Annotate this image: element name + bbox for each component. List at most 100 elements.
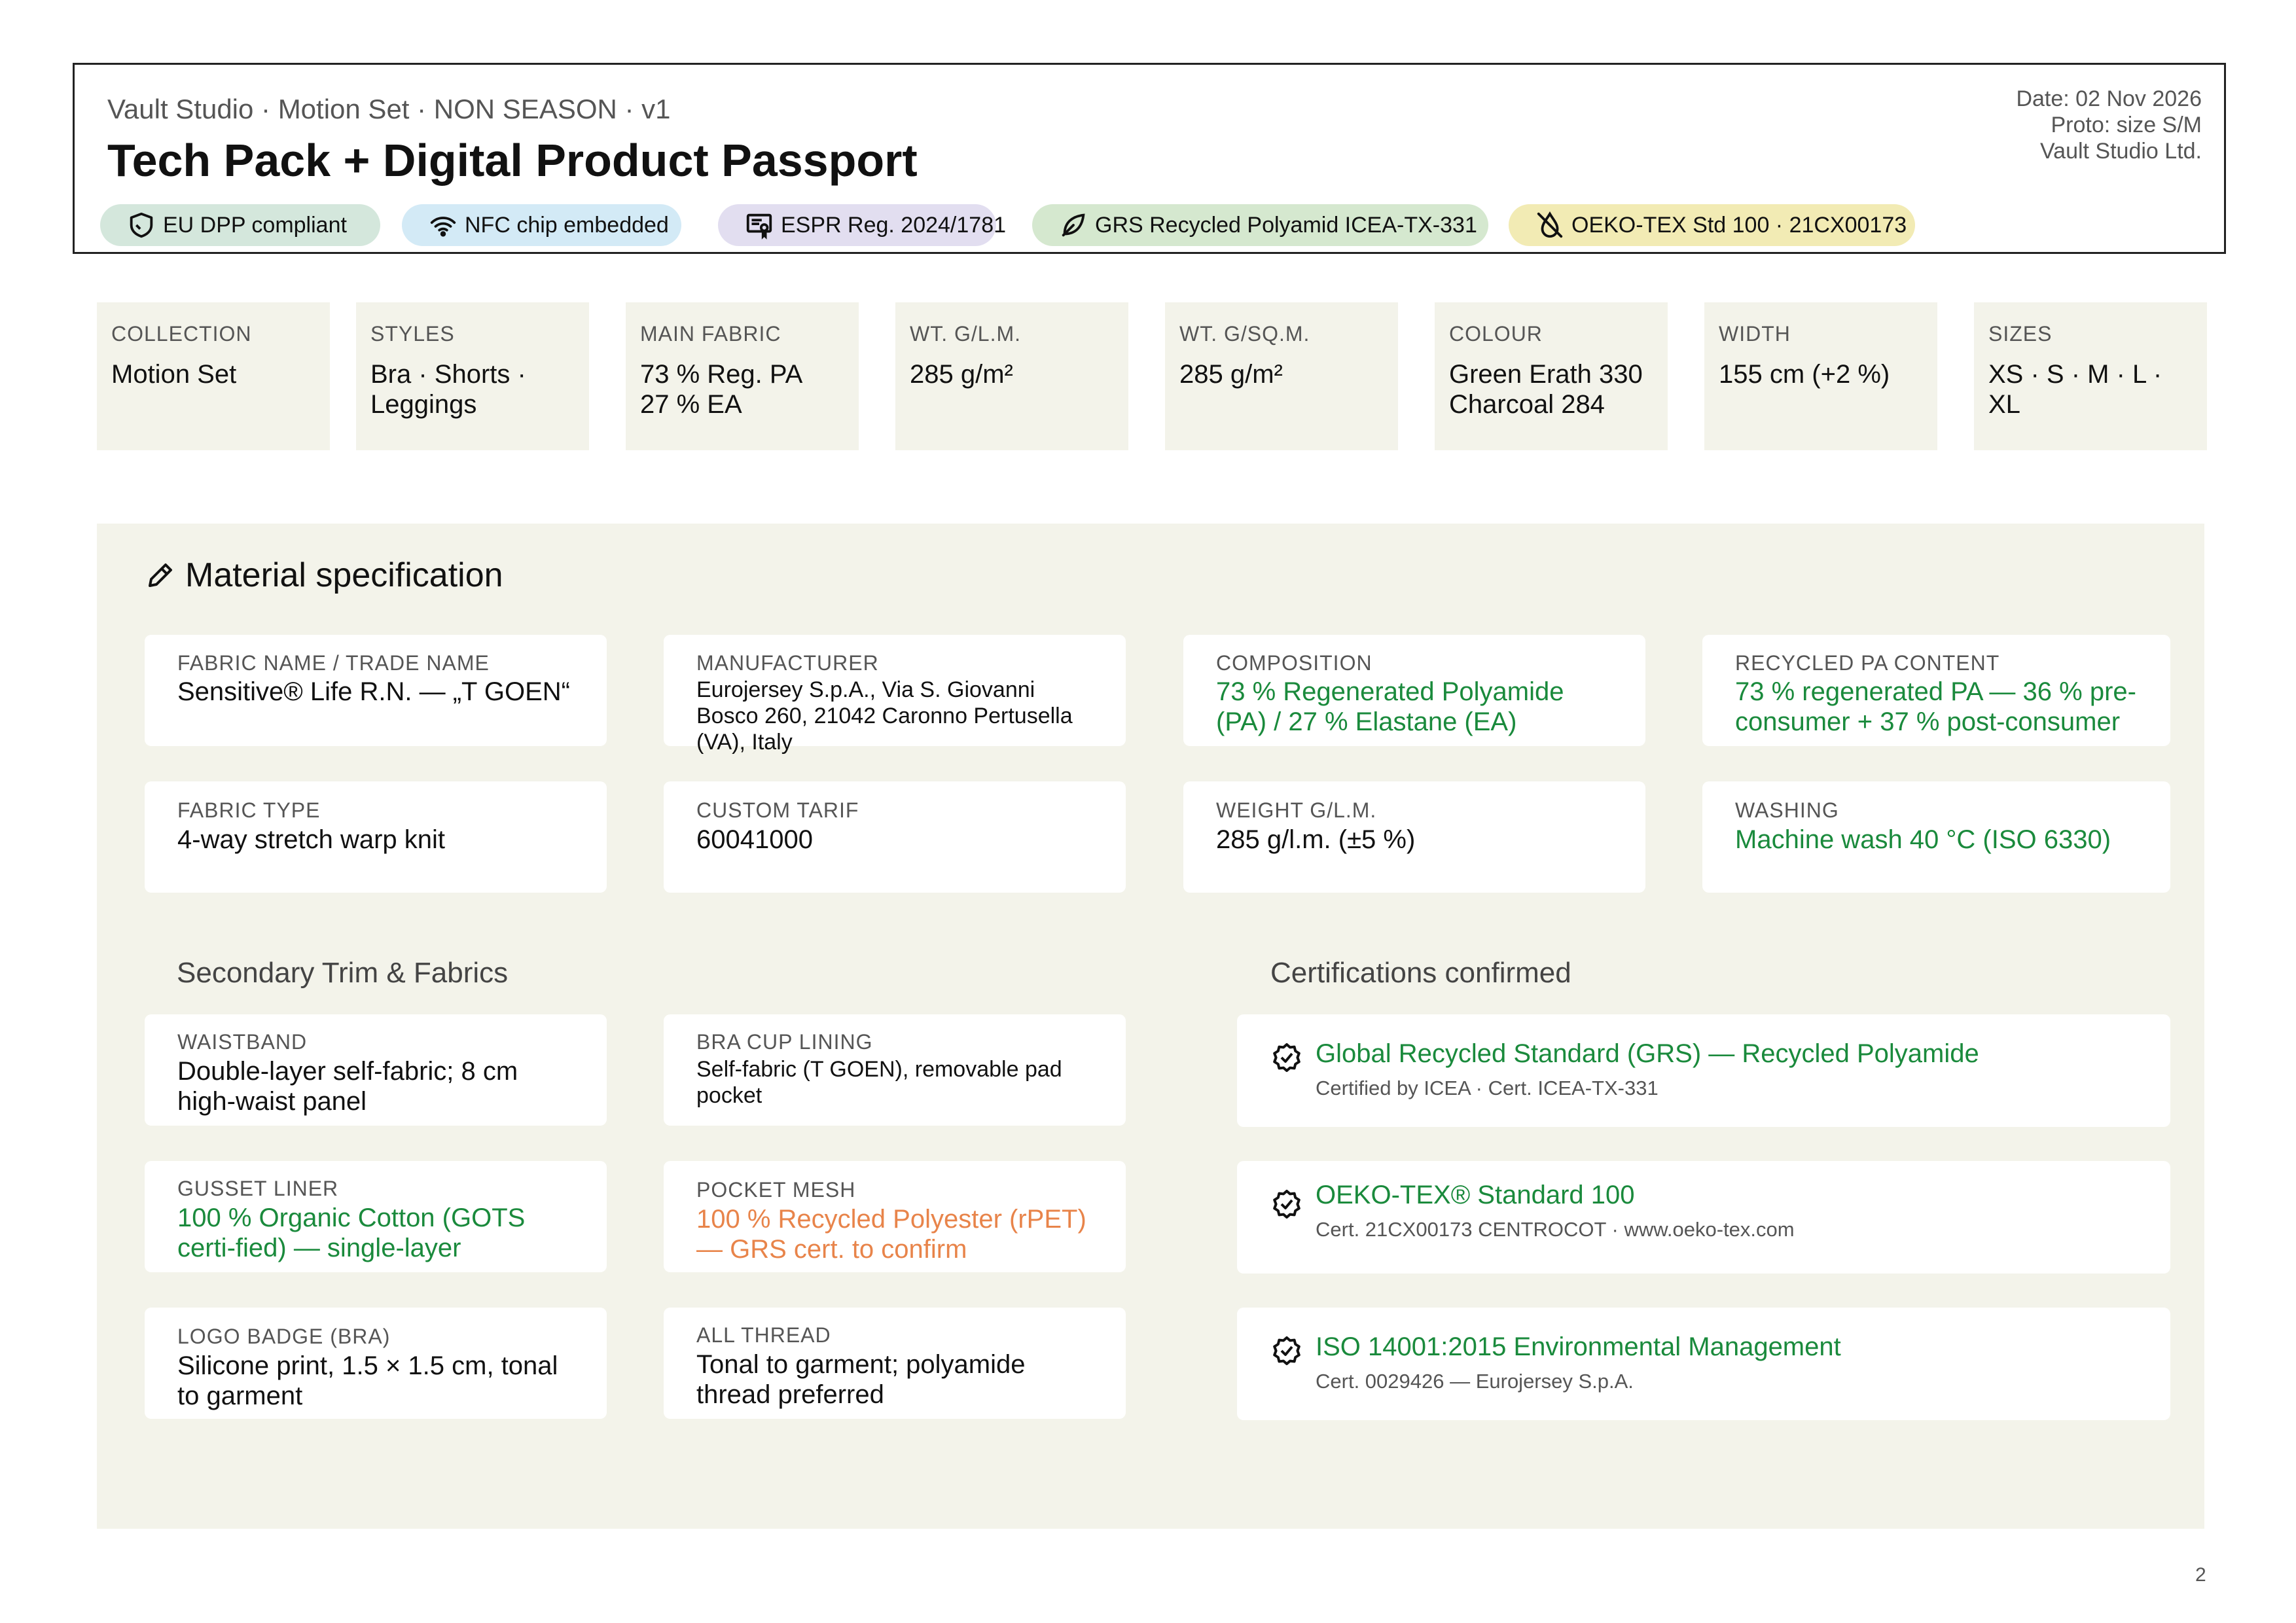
badge-eu-dpp: EU DPP compliant <box>100 204 380 246</box>
card-value: Machine wash 40 °C (ISO 6330) <box>1735 825 2111 854</box>
card-value: Tonal to garment; polyamide thread prefe… <box>696 1350 1026 1409</box>
spec-label: COLLECTION <box>111 322 252 346</box>
trim-card-pocket-mesh: POCKET MESH 100 % Recycled Polyester (rP… <box>664 1161 1126 1272</box>
material-card-fabric-name: FABRIC NAME / TRADE NAME Sensitive® Life… <box>145 635 607 746</box>
spec-tile-styles: STYLES Bra · Shorts · Leggings <box>356 302 589 450</box>
spec-value: XS · S · M · L · XL <box>1988 360 2162 419</box>
card-value: 73 % Regenerated Polyamide (PA) / 27 % E… <box>1216 677 1564 736</box>
card-value: 285 g/l.m. (±5 %) <box>1216 825 1416 854</box>
spec-tile-wt-glm: WT. G/L.M. 285 g/m² <box>895 302 1128 450</box>
spec-value: 285 g/m² <box>1179 360 1283 389</box>
material-card-custom-tarif: CUSTOM TARIF 60041000 <box>664 781 1126 893</box>
spec-value: 285 g/m² <box>910 360 1013 389</box>
card-label: RECYCLED PA CONTENT <box>1735 651 2000 675</box>
card-label: BRA CUP LINING <box>696 1030 873 1054</box>
trim-card-all-thread: ALL THREAD Tonal to garment; polyamide t… <box>664 1308 1126 1419</box>
badge-oeko: OEKO-TEX Std 100 · 21CX00173 <box>1509 204 1915 246</box>
spec-tile-wt-gsqm: WT. G/SQ.M. 285 g/m² <box>1165 302 1398 450</box>
card-value: Silicone print, 1.5 × 1.5 cm, tonal to g… <box>177 1351 558 1410</box>
badge-label: NFC chip embedded <box>465 212 669 238</box>
card-label: POCKET MESH <box>696 1178 856 1202</box>
header-company: Vault Studio Ltd. <box>2040 139 2202 164</box>
badge-label: ESPR Reg. 2024/1781 <box>781 212 1007 238</box>
header-box: Vault Studio · Motion Set · NON SEASON ·… <box>73 63 2226 254</box>
cert-subtitle: Cert. 21CX00173 CENTROCOT · www.oeko-tex… <box>1316 1218 1795 1241</box>
certificate-icon <box>746 213 772 240</box>
card-label: FABRIC TYPE <box>177 798 321 822</box>
card-value: 60041000 <box>696 825 813 854</box>
header-meta: Date: 02 Nov 2026 Proto: size S/M Vault … <box>2016 86 2202 164</box>
cert-title: Global Recycled Standard (GRS) — Recycle… <box>1316 1039 1979 1068</box>
trim-card-gusset-liner: GUSSET LINER 100 % Organic Cotton (GOTS … <box>145 1161 607 1272</box>
card-value: Self-fabric (T GOEN), removable pad pock… <box>696 1057 1062 1108</box>
trim-card-bra-cup-lining: BRA CUP LINING Self-fabric (T GOEN), rem… <box>664 1014 1126 1126</box>
verified-badge-icon <box>1273 1190 1300 1219</box>
card-value: 100 % Recycled Polyester (rPET) — GRS ce… <box>696 1205 1086 1264</box>
no-drop-icon <box>1537 211 1563 238</box>
badge-nfc: NFC chip embedded <box>402 204 681 246</box>
badge-label: GRS Recycled Polyamid ICEA-TX-331 <box>1095 212 1477 238</box>
spec-tile-width: WIDTH 155 cm (+2 %) <box>1704 302 1937 450</box>
spec-value: 73 % Reg. PA 27 % EA <box>640 360 802 419</box>
cert-card-iso14001: ISO 14001:2015 Environmental Management … <box>1237 1308 2170 1420</box>
cert-card-grs: Global Recycled Standard (GRS) — Recycle… <box>1237 1014 2170 1127</box>
material-card-composition: COMPOSITION 73 % Regenerated Polyamide (… <box>1183 635 1645 746</box>
card-label: CUSTOM TARIF <box>696 798 859 822</box>
spec-label: WT. G/SQ.M. <box>1179 322 1310 346</box>
card-label: FABRIC NAME / TRADE NAME <box>177 651 490 675</box>
card-value: Eurojersey S.p.A., Via S. Giovanni Bosco… <box>696 677 1073 755</box>
spec-label: STYLES <box>370 322 455 346</box>
spec-value: Bra · Shorts · Leggings <box>370 360 526 419</box>
spec-label: COLOUR <box>1449 322 1543 346</box>
material-card-manufacturer: MANUFACTURER Eurojersey S.p.A., Via S. G… <box>664 635 1126 755</box>
cert-card-oeko-tex: OEKO-TEX® Standard 100 Cert. 21CX00173 C… <box>1237 1161 2170 1274</box>
card-label: WAISTBAND <box>177 1030 308 1054</box>
spec-tile-collection: COLLECTION Motion Set <box>97 302 330 450</box>
spec-label: MAIN FABRIC <box>640 322 781 346</box>
cert-title: ISO 14001:2015 Environmental Management <box>1316 1332 1841 1361</box>
header-subtitle: Vault Studio · Motion Set · NON SEASON ·… <box>107 94 671 124</box>
cert-subtitle: Cert. 0029426 — Eurojersey S.p.A. <box>1316 1370 1634 1393</box>
material-card-weight: WEIGHT G/L.M. 285 g/l.m. (±5 %) <box>1183 781 1645 893</box>
card-label: MANUFACTURER <box>696 651 879 675</box>
cert-title: OEKO-TEX® Standard 100 <box>1316 1181 1635 1209</box>
badge-espr: ESPR Reg. 2024/1781 <box>718 204 1006 246</box>
trims-heading: Secondary Trim & Fabrics <box>177 957 509 989</box>
wifi-icon <box>430 217 456 237</box>
spec-value: Motion Set <box>111 360 237 389</box>
card-value: 4-way stretch warp knit <box>177 825 446 854</box>
spec-value: 155 cm (+2 %) <box>1719 360 1890 389</box>
cert-subtitle: Certified by ICEA · Cert. ICEA-TX-331 <box>1316 1077 1659 1099</box>
pencil-icon <box>149 563 172 587</box>
header-proto: Proto: size S/M <box>2051 113 2202 137</box>
page-number: 2 <box>2195 1564 2206 1586</box>
spec-label: WT. G/L.M. <box>910 322 1021 346</box>
material-card-fabric-type: FABRIC TYPE 4-way stretch warp knit <box>145 781 607 893</box>
trim-card-waistband: WAISTBAND Double-layer self-fabric; 8 cm… <box>145 1014 607 1126</box>
leaf-icon <box>1062 213 1085 237</box>
verified-badge-icon <box>1273 1043 1300 1072</box>
card-label: WASHING <box>1735 798 1839 822</box>
material-card-washing: WASHING Machine wash 40 °C (ISO 6330) <box>1702 781 2170 893</box>
card-value: 100 % Organic Cotton (GOTS certi-fied) —… <box>177 1204 526 1262</box>
card-label: COMPOSITION <box>1216 651 1372 675</box>
spec-tile-sizes: SIZES XS · S · M · L · XL <box>1974 302 2207 450</box>
spec-label: SIZES <box>1988 322 2053 346</box>
verified-badge-icon <box>1273 1336 1300 1365</box>
badge-label: EU DPP compliant <box>163 212 347 238</box>
spec-label: WIDTH <box>1719 322 1791 346</box>
card-label: ALL THREAD <box>696 1323 831 1347</box>
certs-heading: Certifications confirmed <box>1270 957 1571 989</box>
card-value: 73 % regenerated PA — 36 % pre-consumer … <box>1735 677 2136 736</box>
card-label: LOGO BADGE (BRA) <box>177 1325 391 1348</box>
card-value: Double-layer self-fabric; 8 cm high-wais… <box>177 1057 518 1116</box>
badge-grs: GRS Recycled Polyamid ICEA-TX-331 <box>1032 204 1488 246</box>
material-card-recycled-pa: RECYCLED PA CONTENT 73 % regenerated PA … <box>1702 635 2170 746</box>
card-value: Sensitive® Life R.N. — „T GOEN“ <box>177 677 570 706</box>
card-label: GUSSET LINER <box>177 1177 339 1200</box>
trim-card-logo-badge: LOGO BADGE (BRA) Silicone print, 1.5 × 1… <box>145 1308 607 1419</box>
spec-tile-colour: COLOUR Green Erath 330 Charcoal 284 <box>1435 302 1668 450</box>
section-title: Material specification <box>185 556 503 594</box>
card-label: WEIGHT G/L.M. <box>1216 798 1377 822</box>
badge-label: OEKO-TEX Std 100 · 21CX00173 <box>1571 212 1907 238</box>
